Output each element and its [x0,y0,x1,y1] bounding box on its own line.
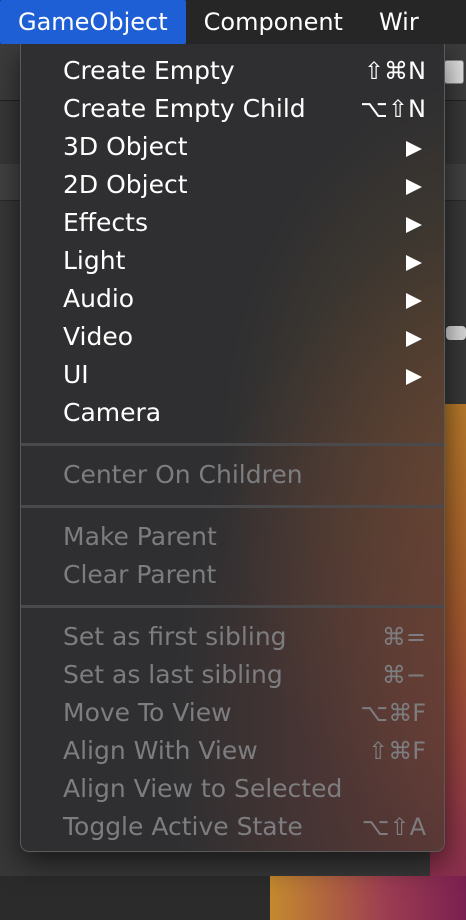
menu-item-set-first-sibling: Set as first sibling ⌘= [21,618,444,656]
menu-item-label: Set as first sibling [63,622,287,651]
menu-item-label: Clear Parent [63,560,217,589]
menu-item-label: Make Parent [63,522,217,551]
background-scene-view-bottom [270,876,466,920]
menu-item-center-on-children: Center On Children [21,456,444,494]
menu-item-shortcut: ⇧⌘F [368,737,426,765]
menu-item-label: UI [63,360,89,389]
menu-item-align-view-to-selected: Align View to Selected [21,770,444,808]
menu-item-shortcut: ⌘= [381,623,426,651]
menu-item-ui[interactable]: UI [21,356,444,394]
submenu-arrow-icon [406,255,422,271]
menubar-item-component[interactable]: Component [186,0,361,44]
menu-item-audio[interactable]: Audio [21,280,444,318]
menu-item-shortcut: ⌥⇧N [360,95,426,123]
submenu-arrow-icon [406,179,422,195]
menu-item-label: 3D Object [63,132,188,161]
menu-item-create-empty-child[interactable]: Create Empty Child ⌥⇧N [21,90,444,128]
menubar-item-gameobject[interactable]: GameObject [0,0,186,44]
menu-item-align-with-view: Align With View ⇧⌘F [21,732,444,770]
menu-separator [21,605,444,608]
menu-item-label: Create Empty Child [63,94,306,123]
menu-item-make-parent: Make Parent [21,518,444,556]
menu-item-label: Camera [63,398,162,427]
menu-item-label: Light [63,246,126,275]
menu-item-label: Move To View [63,698,232,727]
menu-item-label: 2D Object [63,170,188,199]
gameobject-dropdown-menu: Create Empty ⇧⌘N Create Empty Child ⌥⇧N … [20,44,445,852]
menu-item-move-to-view: Move To View ⌥⌘F [21,694,444,732]
menu-item-set-last-sibling: Set as last sibling ⌘− [21,656,444,694]
submenu-arrow-icon [406,293,422,309]
menu-item-shortcut: ⌥⌘F [360,699,426,727]
submenu-arrow-icon [406,217,422,233]
menu-item-label: Video [63,322,134,351]
menu-item-clear-parent: Clear Parent [21,556,444,594]
gamepad-icon [446,326,466,340]
menu-item-3d-object[interactable]: 3D Object [21,128,444,166]
menu-item-shortcut: ⇧⌘N [363,57,426,85]
menu-item-light[interactable]: Light [21,242,444,280]
menu-separator [21,443,444,446]
menu-item-label: Align With View [63,736,258,765]
menu-item-label: Toggle Active State [63,812,303,841]
menu-bar: GameObject Component Wir [0,0,466,44]
menu-item-effects[interactable]: Effects [21,204,444,242]
menu-item-label: Center On Children [63,460,303,489]
menubar-item-window[interactable]: Wir [361,0,437,44]
background-toolbar-button [444,60,464,84]
menu-item-camera[interactable]: Camera [21,394,444,432]
menu-item-label: Effects [63,208,148,237]
menu-item-shortcut: ⌘− [381,661,426,689]
menu-item-shortcut: ⌥⇧A [361,813,426,841]
menu-item-create-empty[interactable]: Create Empty ⇧⌘N [21,52,444,90]
submenu-arrow-icon [406,141,422,157]
menu-item-label: Align View to Selected [63,774,343,803]
menu-item-label: Create Empty [63,56,235,85]
menu-item-label: Set as last sibling [63,660,283,689]
submenu-arrow-icon [406,331,422,347]
menu-item-toggle-active-state: Toggle Active State ⌥⇧A [21,808,444,846]
menu-item-video[interactable]: Video [21,318,444,356]
menu-separator [21,505,444,508]
menu-item-2d-object[interactable]: 2D Object [21,166,444,204]
submenu-arrow-icon [406,369,422,385]
menu-item-label: Audio [63,284,135,313]
